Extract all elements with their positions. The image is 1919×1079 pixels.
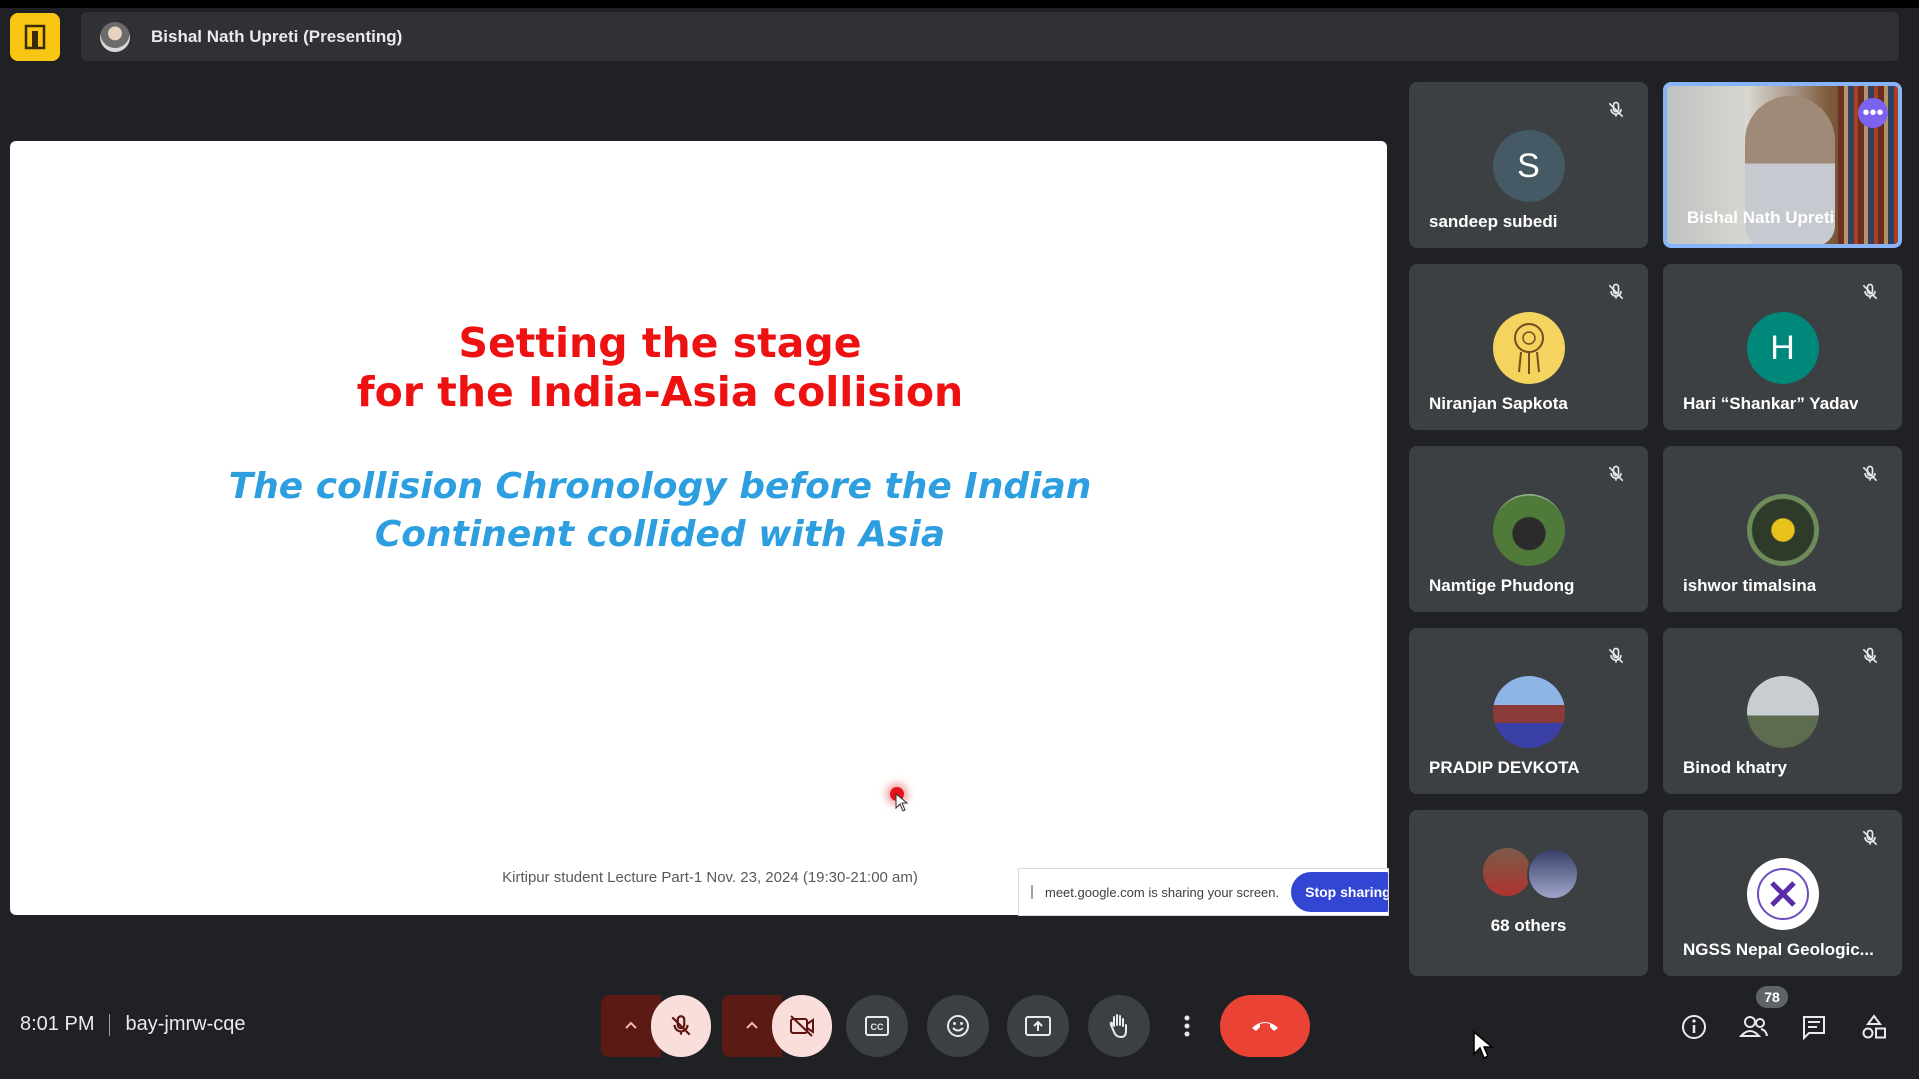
- reactions-button[interactable]: [927, 995, 989, 1057]
- mic-off-icon: [1862, 283, 1878, 300]
- presenter-avatar: [100, 21, 130, 52]
- mic-off-icon: [1862, 465, 1878, 482]
- participant-name: Hari “Shankar” Yadav: [1683, 394, 1859, 413]
- participant-tile[interactable]: NGSS Nepal Geologic...: [1663, 810, 1902, 976]
- participant-name: Bishal Nath Upreti: [1687, 208, 1835, 227]
- mic-off-icon: [1608, 465, 1624, 482]
- participant-tile[interactable]: ishwor timalsina: [1663, 446, 1902, 612]
- present-button[interactable]: [1007, 995, 1069, 1057]
- shared-screen: Setting the stage for the India-Asia col…: [10, 141, 1387, 915]
- slide-subtitle-line2: Continent collided with Asia: [374, 514, 946, 555]
- hand-icon: [1109, 1014, 1127, 1039]
- others-tile[interactable]: 68 others: [1409, 810, 1648, 976]
- slide-title: Setting the stage for the India-Asia col…: [10, 319, 1310, 417]
- people-icon: [1739, 1016, 1768, 1037]
- participant-video-tile[interactable]: ••• Bishal Nath Upreti: [1663, 82, 1902, 248]
- participant-tile[interactable]: Binod khatry: [1663, 628, 1902, 794]
- ngss-logo: [1746, 858, 1819, 930]
- avatar-initial: S: [1517, 146, 1540, 185]
- closed-captions-icon: CC: [865, 1016, 889, 1036]
- camera-off-icon: [790, 1015, 814, 1037]
- mic-off-icon: [1862, 829, 1878, 846]
- others-avatar-2: [1527, 848, 1579, 900]
- microphone-button[interactable]: [651, 995, 711, 1057]
- participant-tile[interactable]: Niranjan Sapkota: [1409, 264, 1648, 430]
- avatar: S: [1492, 130, 1565, 202]
- participant-tile[interactable]: S sandeep subedi: [1409, 82, 1648, 248]
- more-options-icon[interactable]: •••: [1858, 98, 1888, 128]
- meeting-code: bay-jmrw-cqe: [125, 1013, 246, 1035]
- camera-button[interactable]: [772, 995, 832, 1057]
- screen-share-notice: meet.google.com is sharing your screen. …: [1018, 868, 1389, 916]
- slide-subtitle-line1: The collision Chronology before the Indi…: [228, 466, 1092, 507]
- stop-sharing-button[interactable]: Stop sharing: [1291, 872, 1388, 912]
- emoji-icon: [947, 1015, 969, 1037]
- slide-title-line2: for the India-Asia collision: [356, 368, 964, 416]
- slide-title-line1: Setting the stage: [458, 319, 862, 367]
- pointer-cursor-icon: [895, 793, 909, 812]
- activities-icon: [1862, 1014, 1886, 1039]
- presenter-name: Bishal Nath Upreti (Presenting): [151, 26, 403, 46]
- drag-handle-icon[interactable]: [1031, 885, 1033, 899]
- profile-photo: [1746, 494, 1819, 566]
- raise-hand-button[interactable]: [1088, 995, 1150, 1057]
- participant-tile[interactable]: PRADIP DEVKOTA: [1409, 628, 1648, 794]
- more-vert-icon: [1184, 1015, 1190, 1037]
- profile-photo: [1492, 676, 1565, 748]
- chat-button[interactable]: [1797, 1010, 1831, 1044]
- chat-icon: [1803, 1016, 1825, 1041]
- others-avatar-1: [1483, 848, 1531, 896]
- chevron-up-icon: [746, 1021, 758, 1029]
- participant-tile[interactable]: H Hari “Shankar” Yadav: [1663, 264, 1902, 430]
- participant-name: sandeep subedi: [1429, 212, 1558, 231]
- mic-off-icon: [1862, 647, 1878, 664]
- share-notice-text: meet.google.com is sharing your screen.: [1045, 884, 1280, 900]
- profile-photo: [1746, 676, 1819, 748]
- participant-name: Namtige Phudong: [1429, 576, 1575, 595]
- meeting-info: 8:01 PM bay-jmrw-cqe: [20, 1013, 246, 1036]
- mic-off-icon: [1608, 101, 1624, 118]
- divider: [109, 1013, 111, 1036]
- slide-subtitle: The collision Chronology before the Indi…: [10, 463, 1310, 559]
- participant-name: NGSS Nepal Geologic...: [1683, 940, 1874, 959]
- svg-text:CC: CC: [871, 1022, 884, 1032]
- participant-name: Niranjan Sapkota: [1429, 394, 1568, 413]
- mic-off-icon: [1608, 647, 1624, 664]
- leave-call-button[interactable]: [1220, 995, 1310, 1057]
- participant-name: Binod khatry: [1683, 758, 1787, 777]
- mic-off-icon: [1608, 283, 1624, 300]
- avatar-initial: H: [1770, 328, 1795, 367]
- profile-photo: [1492, 494, 1565, 566]
- presenter-banner: Bishal Nath Upreti (Presenting): [81, 12, 1899, 61]
- activities-button[interactable]: [1857, 1010, 1891, 1044]
- slide-footer: Kirtipur student Lecture Part-1 Nov. 23,…: [502, 869, 918, 886]
- participant-name: ishwor timalsina: [1683, 576, 1817, 595]
- avatar: H: [1746, 312, 1819, 384]
- top-strip: [0, 0, 1919, 8]
- captions-button[interactable]: CC: [846, 995, 908, 1057]
- mic-off-icon: [671, 1015, 691, 1036]
- more-options-button[interactable]: [1169, 995, 1205, 1057]
- end-call-icon: [1252, 1022, 1278, 1031]
- people-count-badge: 78: [1756, 986, 1788, 1008]
- clock-time: 8:01 PM: [20, 1013, 95, 1035]
- dreamcatcher-avatar: [1492, 312, 1565, 384]
- info-icon: [1682, 1015, 1706, 1039]
- present-screen-icon: [1025, 1016, 1051, 1036]
- participant-name: PRADIP DEVKOTA: [1429, 758, 1580, 777]
- meeting-details-button[interactable]: [1677, 1010, 1711, 1044]
- mouse-cursor-icon: [1473, 1030, 1494, 1060]
- people-button[interactable]: [1737, 1010, 1771, 1044]
- building-icon[interactable]: [10, 13, 60, 61]
- others-count: 68 others: [1490, 916, 1567, 935]
- chevron-up-icon: [625, 1021, 637, 1029]
- participant-tile[interactable]: Namtige Phudong: [1409, 446, 1648, 612]
